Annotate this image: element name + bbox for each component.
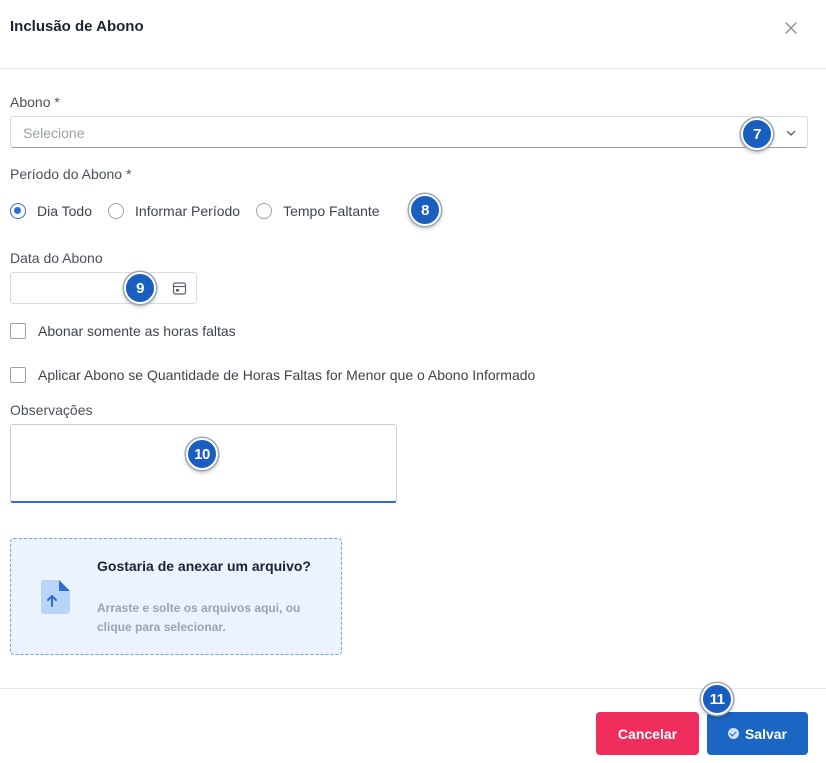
checkbox-box[interactable] xyxy=(10,367,26,383)
annotation-marker-8: 8 xyxy=(409,194,441,226)
checkbox-aplicar-abono-menor[interactable]: Aplicar Abono se Quantidade de Horas Fal… xyxy=(10,367,535,383)
radio-informar-periodo[interactable]: Informar Período xyxy=(108,203,240,219)
save-button[interactable]: Salvar xyxy=(707,712,808,755)
data-abono-label: Data do Abono xyxy=(10,250,103,266)
radio-label: Dia Todo xyxy=(37,203,93,219)
dialog-title: Inclusão de Abono xyxy=(10,18,144,35)
radio-indicator[interactable] xyxy=(108,203,125,219)
radio-label: Tempo Faltante xyxy=(283,203,380,219)
file-upload-icon xyxy=(41,580,70,614)
checkbox-label: Abonar somente as horas faltas xyxy=(38,323,236,339)
abono-placeholder: Selecione xyxy=(23,125,85,141)
annotation-marker-11: 11 xyxy=(701,683,733,715)
chevron-down-icon xyxy=(786,130,796,136)
periodo-radio-group: Dia Todo Informar Período Tempo Faltante xyxy=(10,200,396,222)
check-circle-icon xyxy=(727,728,739,739)
upload-subtitle: Arraste e solte os arquivos aqui, ou cli… xyxy=(97,601,301,634)
data-abono-input[interactable] xyxy=(10,272,197,304)
radio-indicator[interactable] xyxy=(256,203,273,219)
radio-tempo-faltante[interactable]: Tempo Faltante xyxy=(256,203,380,219)
dialog-header: Inclusão de Abono xyxy=(0,0,826,69)
save-button-label: Salvar xyxy=(744,725,788,742)
radio-dia-todo[interactable]: Dia Todo xyxy=(10,203,92,219)
checkbox-box[interactable] xyxy=(10,323,26,339)
cancel-button[interactable]: Cancelar xyxy=(596,712,699,755)
annotation-marker-10: 10 xyxy=(186,438,218,470)
checkbox-abonar-horas-faltas[interactable]: Abonar somente as horas faltas xyxy=(10,323,236,339)
abono-select[interactable]: Selecione xyxy=(10,116,808,148)
radio-label: Informar Período xyxy=(135,203,241,219)
cancel-button-label: Cancelar xyxy=(617,725,678,742)
footer-divider xyxy=(0,688,826,689)
annotation-marker-7: 7 xyxy=(741,118,773,150)
close-icon[interactable] xyxy=(782,19,800,37)
radio-selected-indicator[interactable] xyxy=(10,203,26,219)
periodo-label: Período do Abono * xyxy=(10,166,132,182)
abono-label: Abono * xyxy=(10,94,60,110)
calendar-icon[interactable] xyxy=(172,281,187,296)
observacoes-label: Observações xyxy=(10,402,93,418)
checkbox-label: Aplicar Abono se Quantidade de Horas Fal… xyxy=(38,367,536,383)
upload-title: Gostaria de anexar um arquivo? xyxy=(97,558,311,574)
file-upload-dropzone[interactable]: Gostaria de anexar um arquivo? Arraste e… xyxy=(10,538,342,655)
annotation-marker-9: 9 xyxy=(124,272,156,304)
